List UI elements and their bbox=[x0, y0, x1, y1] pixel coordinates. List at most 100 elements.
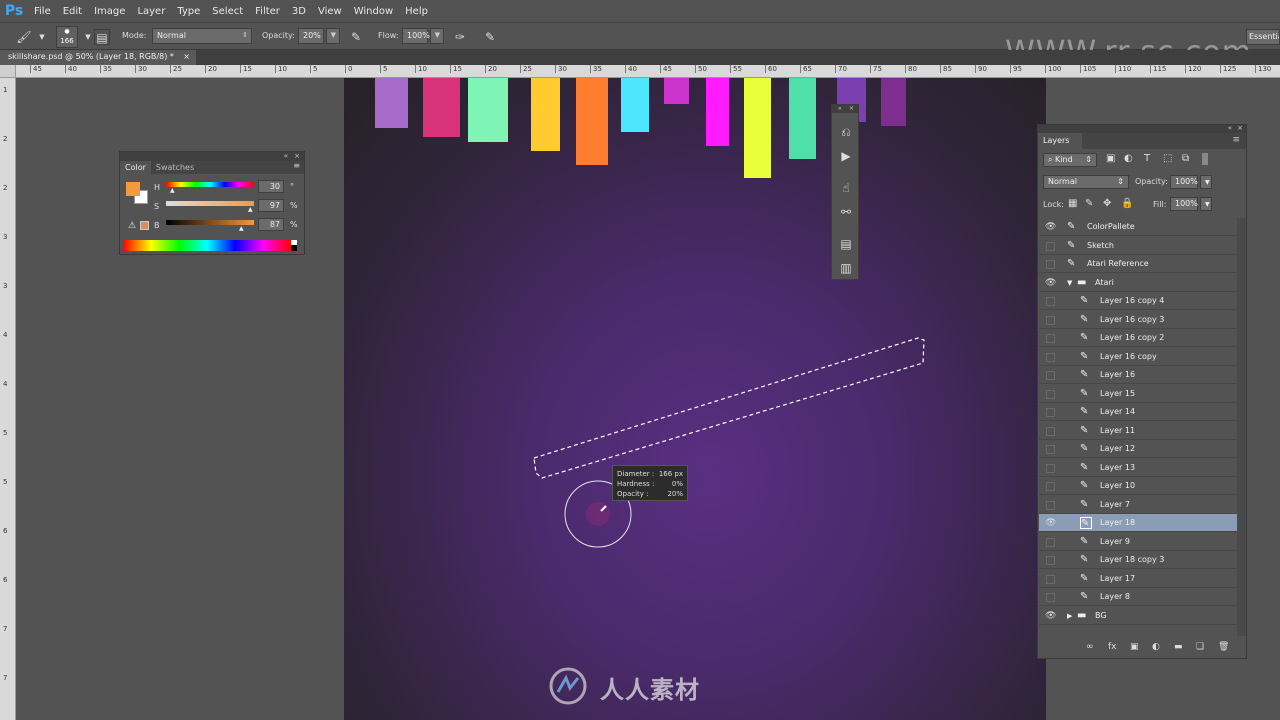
opacity-field[interactable]: 20% bbox=[298, 28, 324, 44]
layer-opacity-dropdown[interactable]: ▼ bbox=[1200, 175, 1212, 189]
filter-pixel-icon[interactable]: ▣ bbox=[1106, 153, 1115, 164]
pressure-size-icon[interactable]: ✎ bbox=[482, 29, 498, 45]
add-mask-icon[interactable]: ▣ bbox=[1130, 642, 1139, 652]
lock-pixels-icon[interactable]: ✎ bbox=[1085, 198, 1093, 209]
close-icon[interactable]: × bbox=[849, 105, 854, 112]
link-layers-icon[interactable]: ∞ bbox=[1086, 642, 1094, 652]
tab-color[interactable]: Color bbox=[120, 161, 151, 174]
layer-row[interactable]: ✎ Layer 11 bbox=[1039, 421, 1237, 440]
brush-panel-toggle-icon[interactable]: ▤ bbox=[94, 29, 110, 45]
visibility-toggle[interactable] bbox=[1046, 445, 1055, 454]
horizontal-ruler[interactable]: 45 40 35 30 25 20 15 10 5 0 5 10 15 20 25 30 35 40 45 50 55 6… bbox=[16, 65, 1280, 78]
layer-row[interactable]: ✎ Layer 8 bbox=[1039, 588, 1237, 606]
history-icon[interactable]: ⎌ bbox=[837, 123, 855, 141]
document-tab[interactable]: skillshare.psd @ 50% (Layer 18, RGB/8) *… bbox=[0, 50, 196, 65]
visibility-eye-icon[interactable]: 👁 bbox=[1045, 222, 1056, 232]
brightness-value[interactable]: 87 bbox=[258, 218, 284, 231]
visibility-toggle[interactable] bbox=[1046, 463, 1055, 473]
layer-row[interactable]: ✎ Atari Reference bbox=[1039, 255, 1237, 273]
layer-row[interactable]: ✎ Layer 14 bbox=[1039, 403, 1237, 421]
flow-dropdown[interactable]: ▼ bbox=[430, 28, 444, 44]
menu-3d[interactable]: 3D bbox=[286, 6, 312, 17]
slider-thumb-icon[interactable]: ▲ bbox=[239, 225, 244, 232]
menu-type[interactable]: Type bbox=[171, 6, 206, 17]
layer-row[interactable]: 👁 ✎ Layer 18 bbox=[1039, 514, 1237, 532]
visibility-toggle[interactable] bbox=[1046, 315, 1055, 325]
layer-row[interactable]: ✎ Sketch bbox=[1039, 236, 1237, 255]
tool-presets-icon[interactable]: ☝ bbox=[837, 179, 855, 197]
layer-row[interactable]: ✎ Layer 17 bbox=[1039, 569, 1237, 588]
out-of-gamut-warning-icon[interactable]: ⚠ bbox=[128, 221, 136, 231]
airbrush-icon[interactable]: ✑ bbox=[452, 29, 468, 45]
mode-select[interactable]: Normal ⇕ bbox=[152, 28, 252, 44]
adjustments-icon[interactable]: ⚯ bbox=[837, 203, 855, 221]
black-chip[interactable] bbox=[291, 245, 297, 251]
collapse-icon[interactable]: « bbox=[838, 105, 842, 112]
layer-row[interactable]: ✎ Layer 15 bbox=[1039, 384, 1237, 403]
visibility-toggle[interactable] bbox=[1046, 593, 1055, 602]
document-canvas[interactable]: 人人素材 bbox=[344, 78, 1046, 720]
new-layer-icon[interactable]: ❏ bbox=[1196, 642, 1204, 652]
vertical-ruler[interactable]: 1 2 2 3 3 4 4 5 5 6 6 7 7 bbox=[0, 78, 16, 720]
new-group-icon[interactable]: ▬ bbox=[1174, 642, 1183, 652]
delete-icon[interactable]: 🗑 bbox=[1218, 642, 1229, 652]
blend-mode-select[interactable]: Normal ⇕ bbox=[1043, 175, 1129, 189]
adjustment-layer-icon[interactable]: ◐ bbox=[1152, 642, 1160, 652]
layer-row[interactable]: ✎ Layer 13 bbox=[1039, 458, 1237, 477]
gamut-color-chip[interactable] bbox=[140, 221, 149, 230]
opacity-dropdown[interactable]: ▼ bbox=[326, 28, 340, 44]
layer-row[interactable]: 👁 ▶ ▬ BG bbox=[1039, 606, 1237, 625]
close-icon[interactable]: × bbox=[183, 52, 190, 61]
menu-window[interactable]: Window bbox=[348, 6, 399, 17]
visibility-toggle[interactable] bbox=[1046, 574, 1055, 584]
lock-all-icon[interactable]: 🔒 bbox=[1121, 198, 1133, 209]
visibility-toggle[interactable] bbox=[1046, 241, 1055, 251]
menu-file[interactable]: File bbox=[28, 6, 57, 17]
menu-view[interactable]: View bbox=[312, 6, 348, 17]
filter-shape-icon[interactable]: ⬚ bbox=[1163, 153, 1172, 164]
visibility-toggle[interactable] bbox=[1046, 352, 1055, 362]
filter-smart-object-icon[interactable]: ⧉ bbox=[1182, 153, 1189, 164]
hue-slider[interactable] bbox=[166, 182, 254, 187]
flow-field[interactable]: 100% bbox=[402, 28, 430, 44]
slider-thumb-icon[interactable]: ▲ bbox=[170, 187, 175, 194]
workspace-switcher[interactable]: Essentials bbox=[1246, 29, 1280, 45]
visibility-toggle[interactable] bbox=[1046, 389, 1055, 399]
saturation-value[interactable]: 97 bbox=[258, 199, 284, 212]
visibility-toggle[interactable] bbox=[1046, 260, 1055, 269]
slider-thumb-icon[interactable]: ▲ bbox=[248, 206, 253, 213]
panel-menu-icon[interactable]: ≡ bbox=[293, 161, 304, 174]
filter-adjustment-icon[interactable]: ◐ bbox=[1124, 153, 1133, 164]
properties-icon[interactable]: ▤ bbox=[837, 235, 855, 253]
visibility-eye-icon[interactable]: 👁 bbox=[1045, 611, 1056, 621]
layer-row[interactable]: ✎ Layer 10 bbox=[1039, 477, 1237, 495]
layer-row[interactable]: ✎ Layer 16 copy 4 bbox=[1039, 292, 1237, 310]
layer-row[interactable]: ✎ Layer 12 bbox=[1039, 440, 1237, 458]
filter-toggle[interactable] bbox=[1202, 153, 1208, 165]
hue-value[interactable]: 30 bbox=[258, 180, 284, 193]
layers-scrollbar[interactable] bbox=[1237, 218, 1246, 636]
close-icon[interactable]: × bbox=[1237, 124, 1243, 132]
menu-edit[interactable]: Edit bbox=[57, 6, 88, 17]
panel-menu-icon[interactable]: ≡ bbox=[1232, 135, 1240, 145]
fill-dropdown[interactable]: ▼ bbox=[1200, 197, 1212, 211]
notes-icon[interactable]: ▥ bbox=[837, 259, 855, 277]
menu-image[interactable]: Image bbox=[88, 6, 131, 17]
foreground-color-chip[interactable] bbox=[126, 182, 140, 196]
layer-row[interactable]: ✎ Layer 16 copy 2 bbox=[1039, 329, 1237, 347]
visibility-toggle[interactable] bbox=[1046, 334, 1055, 343]
menu-select[interactable]: Select bbox=[206, 6, 249, 17]
brush-tool-icon[interactable]: 🖌 bbox=[16, 29, 32, 45]
layer-row[interactable]: ✎ Layer 16 bbox=[1039, 366, 1237, 384]
visibility-toggle[interactable] bbox=[1046, 482, 1055, 491]
layer-row[interactable]: 👁 ✎ ColorPallete bbox=[1039, 218, 1237, 236]
visibility-toggle[interactable] bbox=[1046, 408, 1055, 417]
visibility-toggle[interactable] bbox=[1046, 537, 1055, 547]
visibility-eye-icon[interactable]: 👁 bbox=[1045, 278, 1056, 288]
layer-row[interactable]: ✎ Layer 9 bbox=[1039, 532, 1237, 551]
visibility-toggle[interactable] bbox=[1046, 371, 1055, 380]
fx-icon[interactable]: fx bbox=[1108, 642, 1117, 652]
layer-row[interactable]: 👁 ▼ ▬ Atari bbox=[1039, 273, 1237, 292]
layer-row[interactable]: ✎ Layer 16 copy bbox=[1039, 347, 1237, 366]
brush-preset-picker[interactable]: ● 166 bbox=[56, 26, 78, 48]
